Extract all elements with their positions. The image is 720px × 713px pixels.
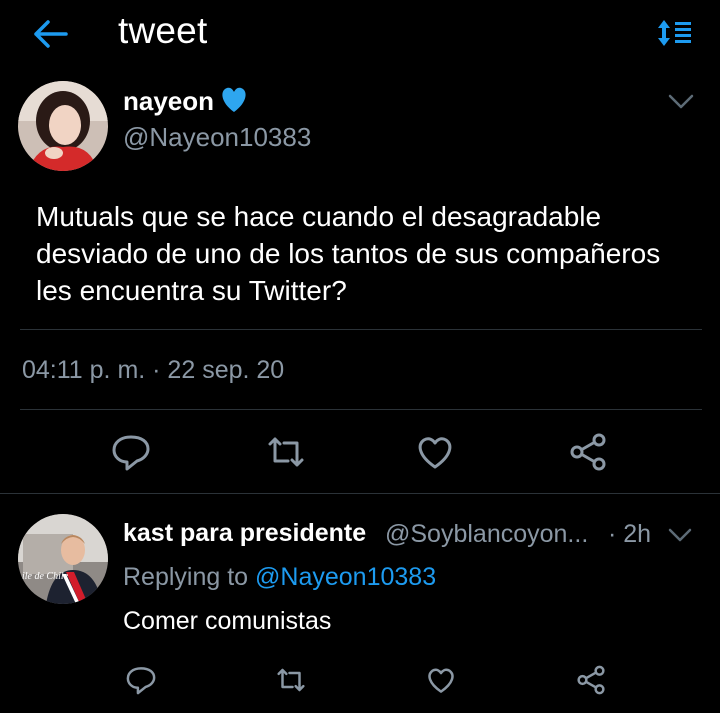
blue-heart-icon	[218, 84, 250, 114]
page-title: tweet	[118, 10, 208, 51]
chevron-down-icon[interactable]	[666, 88, 696, 114]
replying-prefix: Replying to	[123, 563, 249, 591]
share-icon[interactable]	[574, 663, 608, 697]
share-icon[interactable]	[566, 430, 610, 474]
retweet-icon[interactable]	[274, 663, 308, 697]
avatar[interactable]: ile de Chile	[18, 514, 108, 604]
reply-icon[interactable]	[109, 430, 153, 474]
author-name[interactable]: nayeon	[123, 86, 214, 117]
tweet-text: Mutuals que se hace cuando el desagradab…	[36, 201, 661, 306]
reply-text: Comer comunistas	[123, 607, 332, 635]
retweet-icon[interactable]	[264, 430, 308, 474]
reply-icon[interactable]	[124, 663, 158, 697]
divider	[20, 409, 702, 410]
author-name[interactable]: kast para presidente	[123, 519, 366, 548]
tweet-time: · 2h	[608, 520, 652, 548]
arrow-left-icon[interactable]	[30, 18, 70, 50]
like-icon[interactable]	[413, 430, 457, 474]
avatar-caption: ile de Chile	[22, 571, 69, 582]
avatar[interactable]	[18, 81, 108, 171]
replying-to: Replying to @Nayeon10383	[123, 563, 436, 592]
tweet-timestamp: 04:11 p. m. · 22 sep. 20	[22, 356, 285, 384]
chevron-down-icon[interactable]	[666, 523, 694, 547]
divider	[0, 493, 720, 494]
like-icon[interactable]	[424, 663, 458, 697]
replying-mention-link[interactable]: @Nayeon10383	[255, 563, 436, 591]
author-handle[interactable]: @Nayeon10383	[123, 122, 311, 153]
sort-arrows-icon[interactable]	[655, 18, 695, 48]
divider	[20, 329, 702, 330]
author-handle[interactable]: @Soyblancoyon...	[385, 520, 588, 549]
